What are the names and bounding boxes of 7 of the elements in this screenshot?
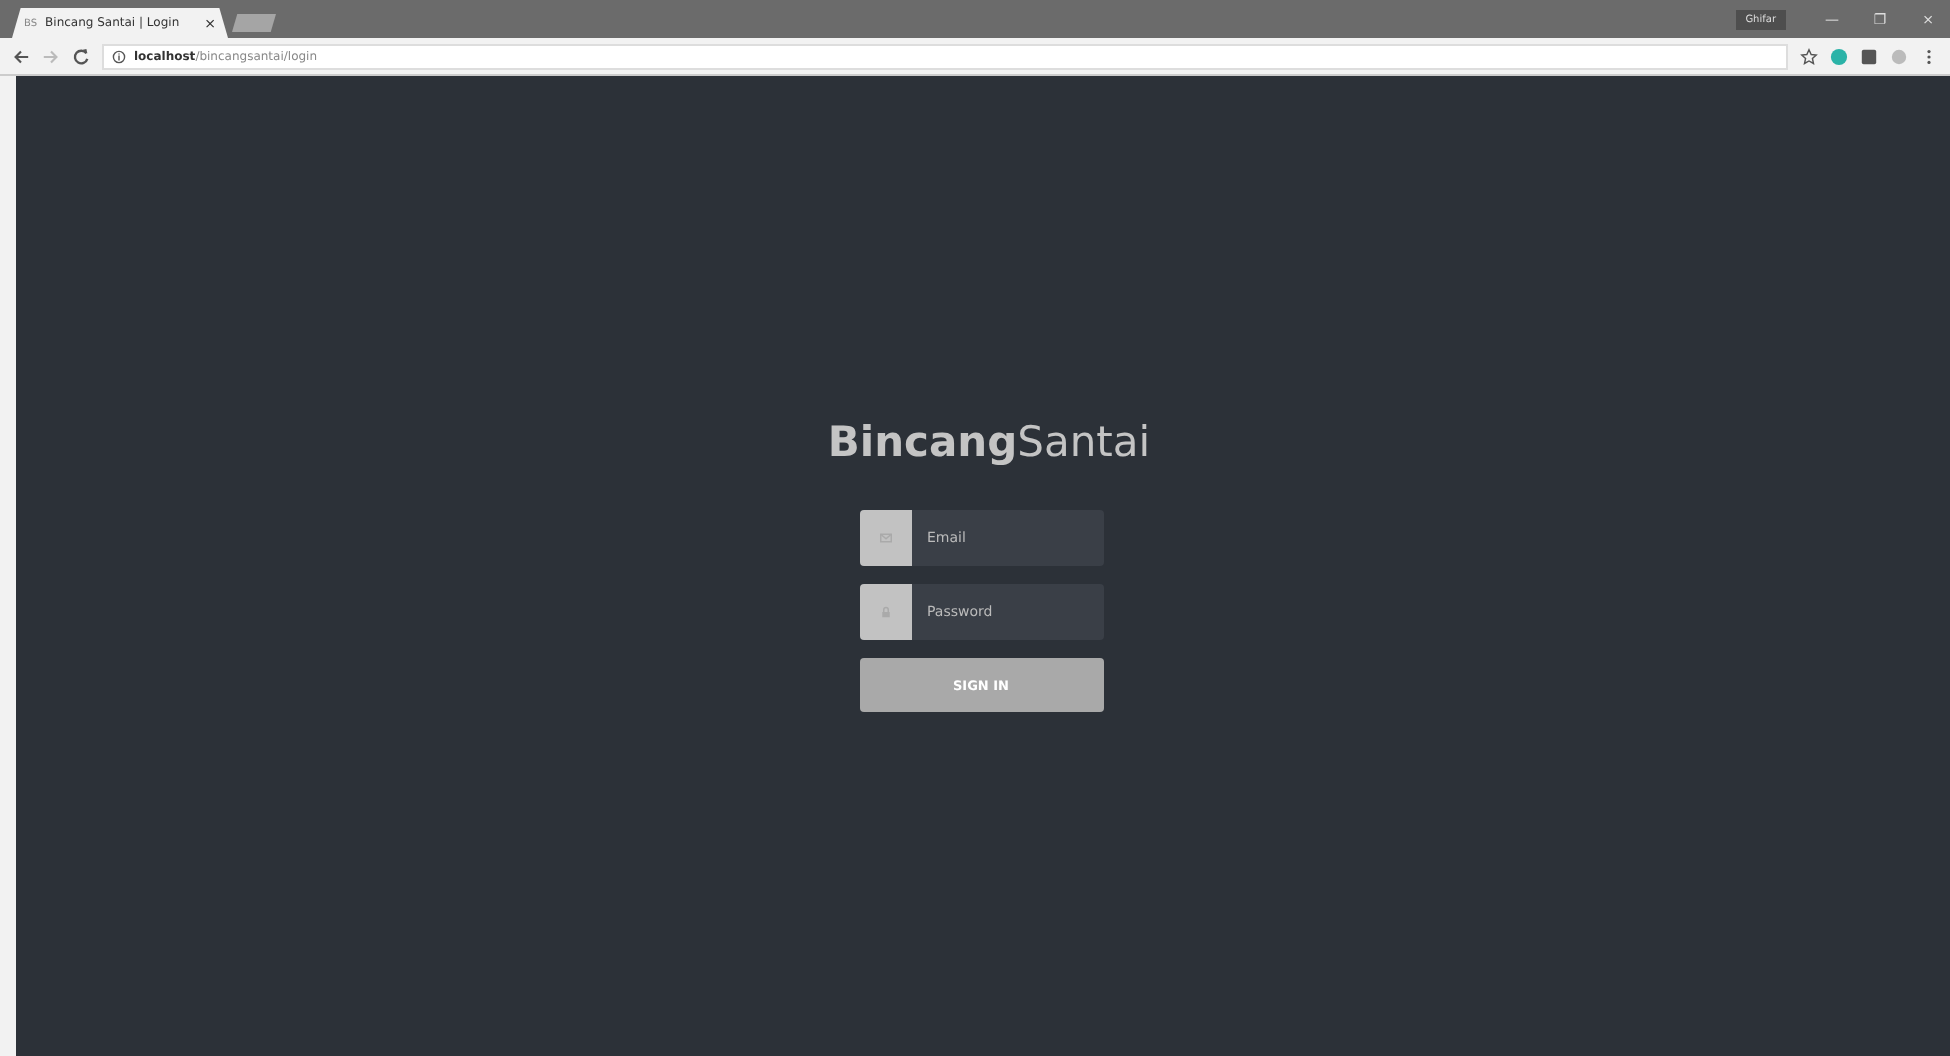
- star-icon[interactable]: [1800, 47, 1818, 65]
- logo-text: BincangSantai: [827, 418, 1151, 466]
- envelope-icon: [879, 532, 891, 544]
- info-icon: [112, 49, 126, 63]
- back-icon[interactable]: [12, 47, 30, 65]
- lock-icon: [879, 606, 891, 618]
- reload-icon[interactable]: [72, 47, 90, 65]
